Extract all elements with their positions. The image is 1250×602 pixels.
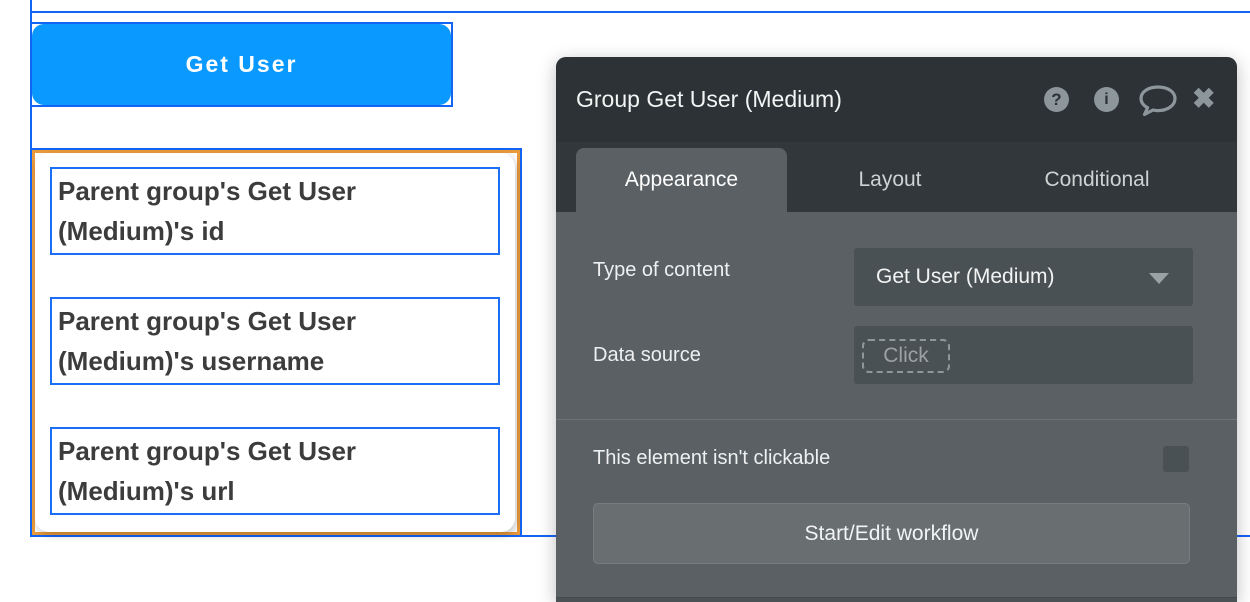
- data-source-label: Data source: [593, 344, 701, 367]
- get-user-button[interactable]: Get User: [32, 24, 451, 105]
- panel-body: Type of content Get User (Medium) Data s…: [556, 212, 1237, 602]
- text-element-username[interactable]: Parent group's Get User (Medium)'s usern…: [50, 297, 500, 385]
- type-of-content-label: Type of content: [593, 259, 730, 282]
- clickable-label: This element isn't clickable: [593, 447, 830, 470]
- panel-header: Group Get User (Medium) ? i ✖: [556, 57, 1237, 142]
- text-element-id[interactable]: Parent group's Get User (Medium)'s id: [50, 167, 500, 255]
- panel-next-section-edge: [556, 597, 1237, 602]
- text-element-url[interactable]: Parent group's Get User (Medium)'s url: [50, 427, 500, 515]
- close-icon[interactable]: ✖: [1192, 82, 1215, 116]
- page-boundary-top: [30, 11, 1250, 13]
- tab-layout[interactable]: Layout: [787, 148, 993, 212]
- property-editor-panel: Group Get User (Medium) ? i ✖ Appearance…: [556, 57, 1237, 602]
- tab-conditional[interactable]: Conditional: [993, 148, 1201, 212]
- panel-title: Group Get User (Medium): [576, 57, 842, 142]
- start-edit-workflow-button[interactable]: Start/Edit workflow: [593, 503, 1190, 564]
- data-source-click-chip[interactable]: Click: [862, 339, 950, 373]
- info-icon[interactable]: i: [1094, 87, 1119, 112]
- help-icon[interactable]: ?: [1044, 87, 1069, 112]
- section-divider: [556, 419, 1237, 420]
- tab-appearance[interactable]: Appearance: [576, 148, 787, 212]
- clickable-checkbox[interactable]: [1163, 446, 1189, 472]
- type-of-content-dropdown[interactable]: Get User (Medium): [854, 248, 1193, 306]
- chevron-down-icon: [1149, 273, 1169, 284]
- data-source-field[interactable]: Click: [854, 326, 1193, 384]
- type-of-content-value: Get User (Medium): [876, 265, 1055, 289]
- comment-icon[interactable]: [1138, 84, 1178, 123]
- panel-tabbar: Appearance Layout Conditional: [556, 142, 1237, 212]
